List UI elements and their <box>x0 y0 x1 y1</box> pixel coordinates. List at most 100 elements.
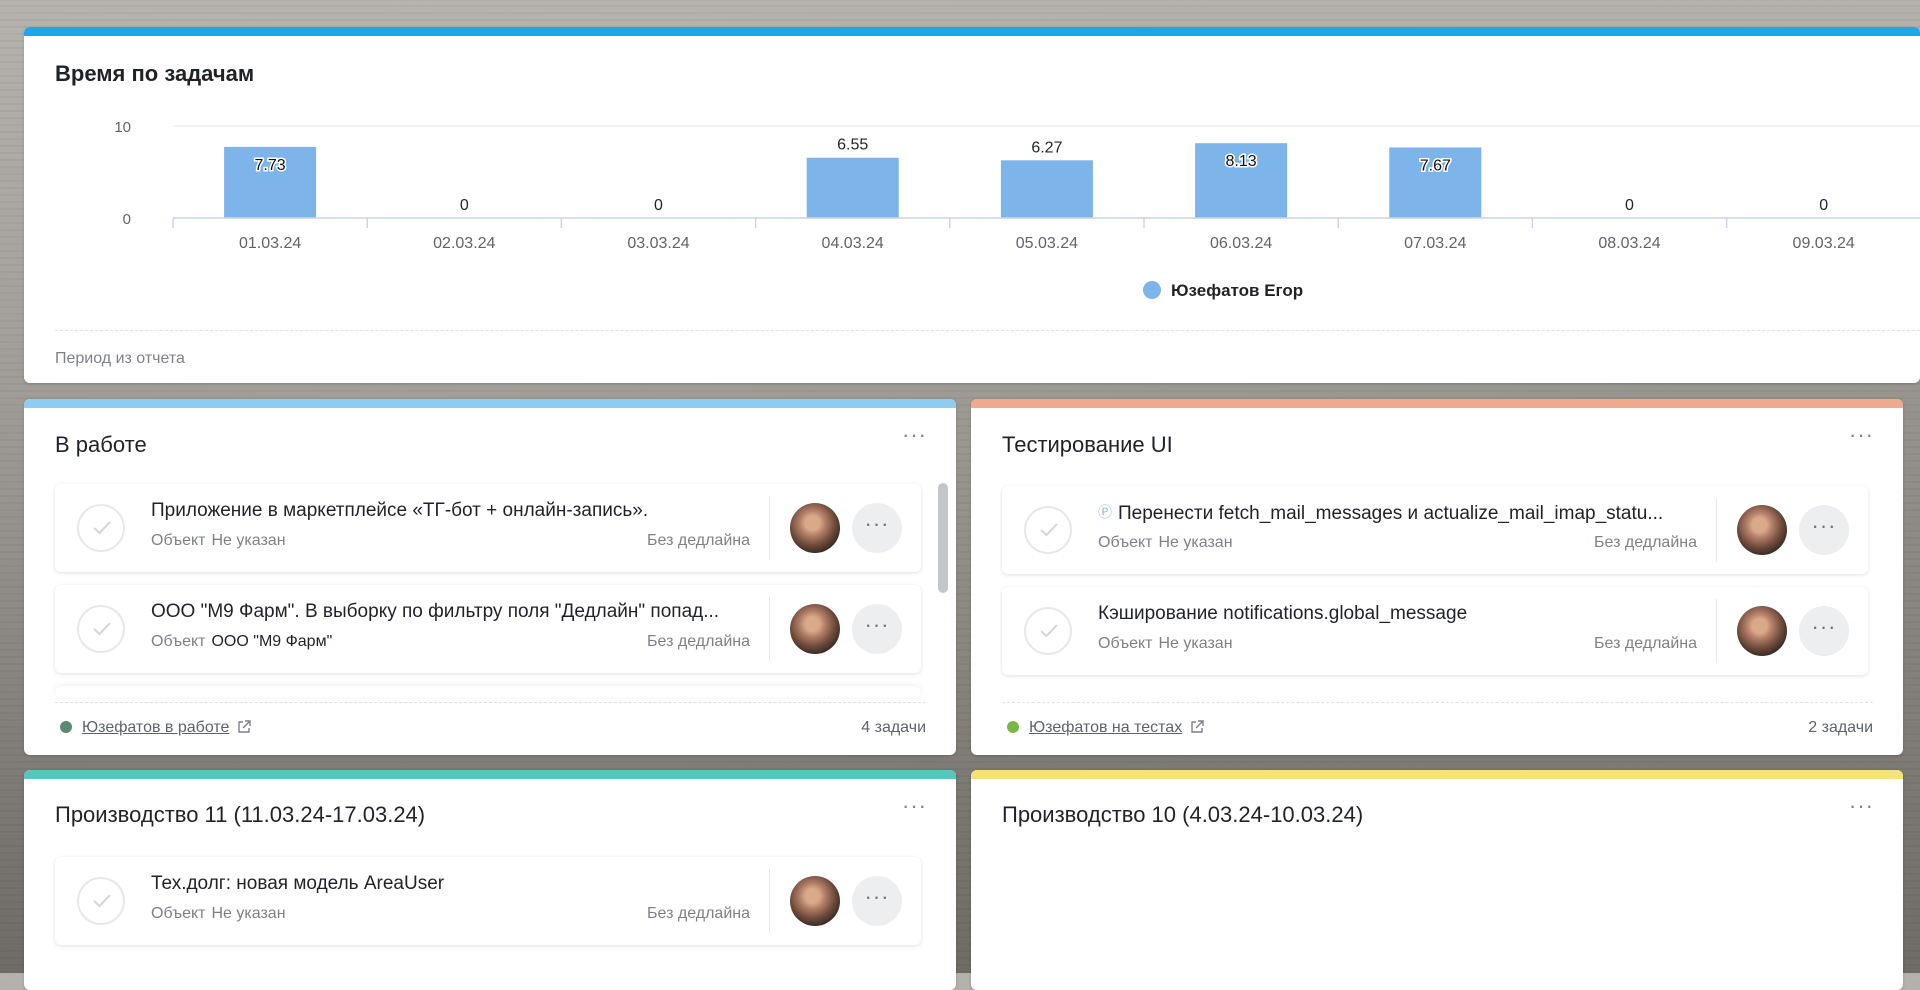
complete-task-checkbox[interactable] <box>77 877 125 925</box>
complete-task-checkbox[interactable] <box>1024 607 1072 655</box>
assignee-avatar[interactable] <box>790 604 840 654</box>
divider <box>1716 599 1717 663</box>
object-value: ООО "М9 Фарм" <box>211 633 333 650</box>
object-value: Не указан <box>211 905 286 922</box>
chart-footer-divider <box>55 330 1920 331</box>
external-link-icon[interactable] <box>237 720 252 739</box>
task-object: Объект Не указан <box>1098 635 1233 653</box>
bar-value-label: 6.27 <box>1031 139 1062 156</box>
x-tick-label: 03.03.24 <box>627 235 689 252</box>
card-color-bar <box>24 770 956 779</box>
filter-link[interactable]: Юзефатов в работе <box>82 719 229 736</box>
bar-value-label: 7.67 <box>1420 157 1451 174</box>
x-tick-label: 09.03.24 <box>1793 235 1855 252</box>
column-title: Тестирование UI <box>1002 432 1173 457</box>
complete-task-checkbox[interactable] <box>1024 506 1072 554</box>
bar-04.03.24[interactable] <box>806 157 899 218</box>
task-deadline: Без дедлайна <box>647 532 750 549</box>
task-card[interactable]: Ⓟ Перенести fetch_mail_messages и actuali… <box>1002 486 1868 574</box>
task-title-row[interactable]: Ⓟ Перенести fetch_mail_messages и actuali… <box>1098 502 1698 525</box>
assignee-avatar[interactable] <box>790 876 840 926</box>
object-label: Объект <box>151 905 206 922</box>
column-menu-button[interactable]: ··· <box>902 795 927 817</box>
checkmark-icon <box>93 521 111 535</box>
legend-marker[interactable] <box>1143 281 1161 299</box>
object-label: Объект <box>1098 534 1153 551</box>
divider <box>769 496 770 560</box>
task-title[interactable]: Кэширование notifications.global_message <box>1098 603 1698 625</box>
column-menu-button[interactable]: ··· <box>1849 424 1874 446</box>
x-tick-label: 06.03.24 <box>1210 235 1272 252</box>
task-title[interactable]: ООО "М9 Фарм". В выборку по фильтру поля… <box>151 601 736 623</box>
report-period-note: Период из отчета <box>55 350 185 367</box>
legend-label[interactable]: Юзефатов Егор <box>1171 281 1303 300</box>
object-label: Объект <box>1098 635 1153 652</box>
task-title[interactable]: Приложение в маркетплейсе «ТГ-бот + онла… <box>151 500 736 522</box>
checkmark-icon <box>1040 523 1058 537</box>
task-more-button[interactable]: ··· <box>852 876 902 926</box>
column-footer-divider <box>55 702 926 703</box>
time-by-tasks-card: Время по задачам 7.73 0 0 6.55 6.27 8.13 7.67 0… <box>24 27 1920 383</box>
bar-value-label: 0 <box>460 197 469 214</box>
divider <box>769 597 770 661</box>
task-card-partial[interactable] <box>55 686 921 698</box>
divider <box>769 869 770 933</box>
checkmark-icon <box>93 894 111 908</box>
task-object: Объект Не указан <box>1098 534 1233 552</box>
y-tick-label: 0 <box>123 211 131 228</box>
task-object: Объект Не указан <box>151 532 286 550</box>
x-tick-label: 07.03.24 <box>1404 235 1466 252</box>
task-more-button[interactable]: ··· <box>1799 505 1849 555</box>
testing-ui-column: Тестирование UI ··· Ⓟ Перенести fetch_mai… <box>971 399 1903 755</box>
assignee-avatar[interactable] <box>790 503 840 553</box>
card-color-bar <box>24 399 956 408</box>
task-title[interactable]: Тех.долг: новая модель AreaUser <box>151 873 736 895</box>
task-more-button[interactable]: ··· <box>852 604 902 654</box>
task-card[interactable]: ООО "М9 Фарм". В выборку по фильтру поля… <box>55 585 921 673</box>
bar-value-label: 8.13 <box>1226 153 1257 170</box>
complete-task-checkbox[interactable] <box>77 504 125 552</box>
external-link-icon[interactable] <box>1190 720 1204 739</box>
task-card[interactable]: Кэширование notifications.global_message… <box>1002 587 1868 675</box>
column-title: Производство 10 (4.03.24-10.03.24) <box>1002 802 1364 827</box>
object-value: Не указан <box>1158 635 1233 652</box>
task-more-button[interactable]: ··· <box>1799 606 1849 656</box>
object-value: Не указан <box>1158 534 1233 551</box>
bar-value-label: 7.73 <box>255 157 286 174</box>
production-10-column: Производство 10 (4.03.24-10.03.24) ··· <box>971 770 1903 990</box>
task-card[interactable]: Тех.долг: новая модель AreaUser Объект Не… <box>55 857 921 945</box>
column-menu-button[interactable]: ··· <box>902 424 927 446</box>
card-color-bar <box>971 770 1903 779</box>
task-more-button[interactable]: ··· <box>852 503 902 553</box>
column-footer: Юзефатов на тестах 2 задачи <box>1007 719 1873 739</box>
production-11-column: Производство 11 (11.03.24-17.03.24) ··· … <box>24 770 956 990</box>
task-title[interactable]: Перенести fetch_mail_messages и actualiz… <box>1118 503 1663 524</box>
assignee-avatar[interactable] <box>1737 606 1787 656</box>
y-tick-label: 10 <box>114 119 131 136</box>
bar-05.03.24[interactable] <box>1000 160 1093 218</box>
task-deadline: Без дедлайна <box>647 905 750 922</box>
object-label: Объект <box>151 532 206 549</box>
checkmark-icon <box>1040 624 1058 638</box>
x-tick-label: 01.03.24 <box>239 235 301 252</box>
checkmark-icon <box>93 622 111 636</box>
status-dot <box>1007 721 1019 733</box>
complete-task-checkbox[interactable] <box>77 605 125 653</box>
column-footer: Юзефатов в работе 4 задачи <box>60 719 926 739</box>
column-title: В работе <box>55 432 147 457</box>
task-count: 4 задачи <box>861 719 926 736</box>
assignee-avatar[interactable] <box>1737 505 1787 555</box>
task-deadline: Без дедлайна <box>1594 534 1697 551</box>
x-tick-label: 02.03.24 <box>433 235 495 252</box>
task-card[interactable]: Приложение в маркетплейсе «ТГ-бот + онла… <box>55 484 921 572</box>
column-menu-button[interactable]: ··· <box>1849 795 1874 817</box>
object-value: Не указан <box>211 532 286 549</box>
bar-value-label: 0 <box>1819 197 1828 214</box>
task-deadline: Без дедлайна <box>647 633 750 650</box>
list-scrollbar[interactable] <box>938 483 948 593</box>
task-count: 2 задачи <box>1808 719 1873 736</box>
bar-value-label: 0 <box>1625 197 1634 214</box>
filter-link[interactable]: Юзефатов на тестах <box>1029 719 1182 736</box>
time-chart: 7.73 0 0 6.55 6.27 8.13 7.67 0 0 10 0 01.03.24 02.0… <box>114 119 1920 300</box>
x-tick-label: 05.03.24 <box>1016 235 1078 252</box>
